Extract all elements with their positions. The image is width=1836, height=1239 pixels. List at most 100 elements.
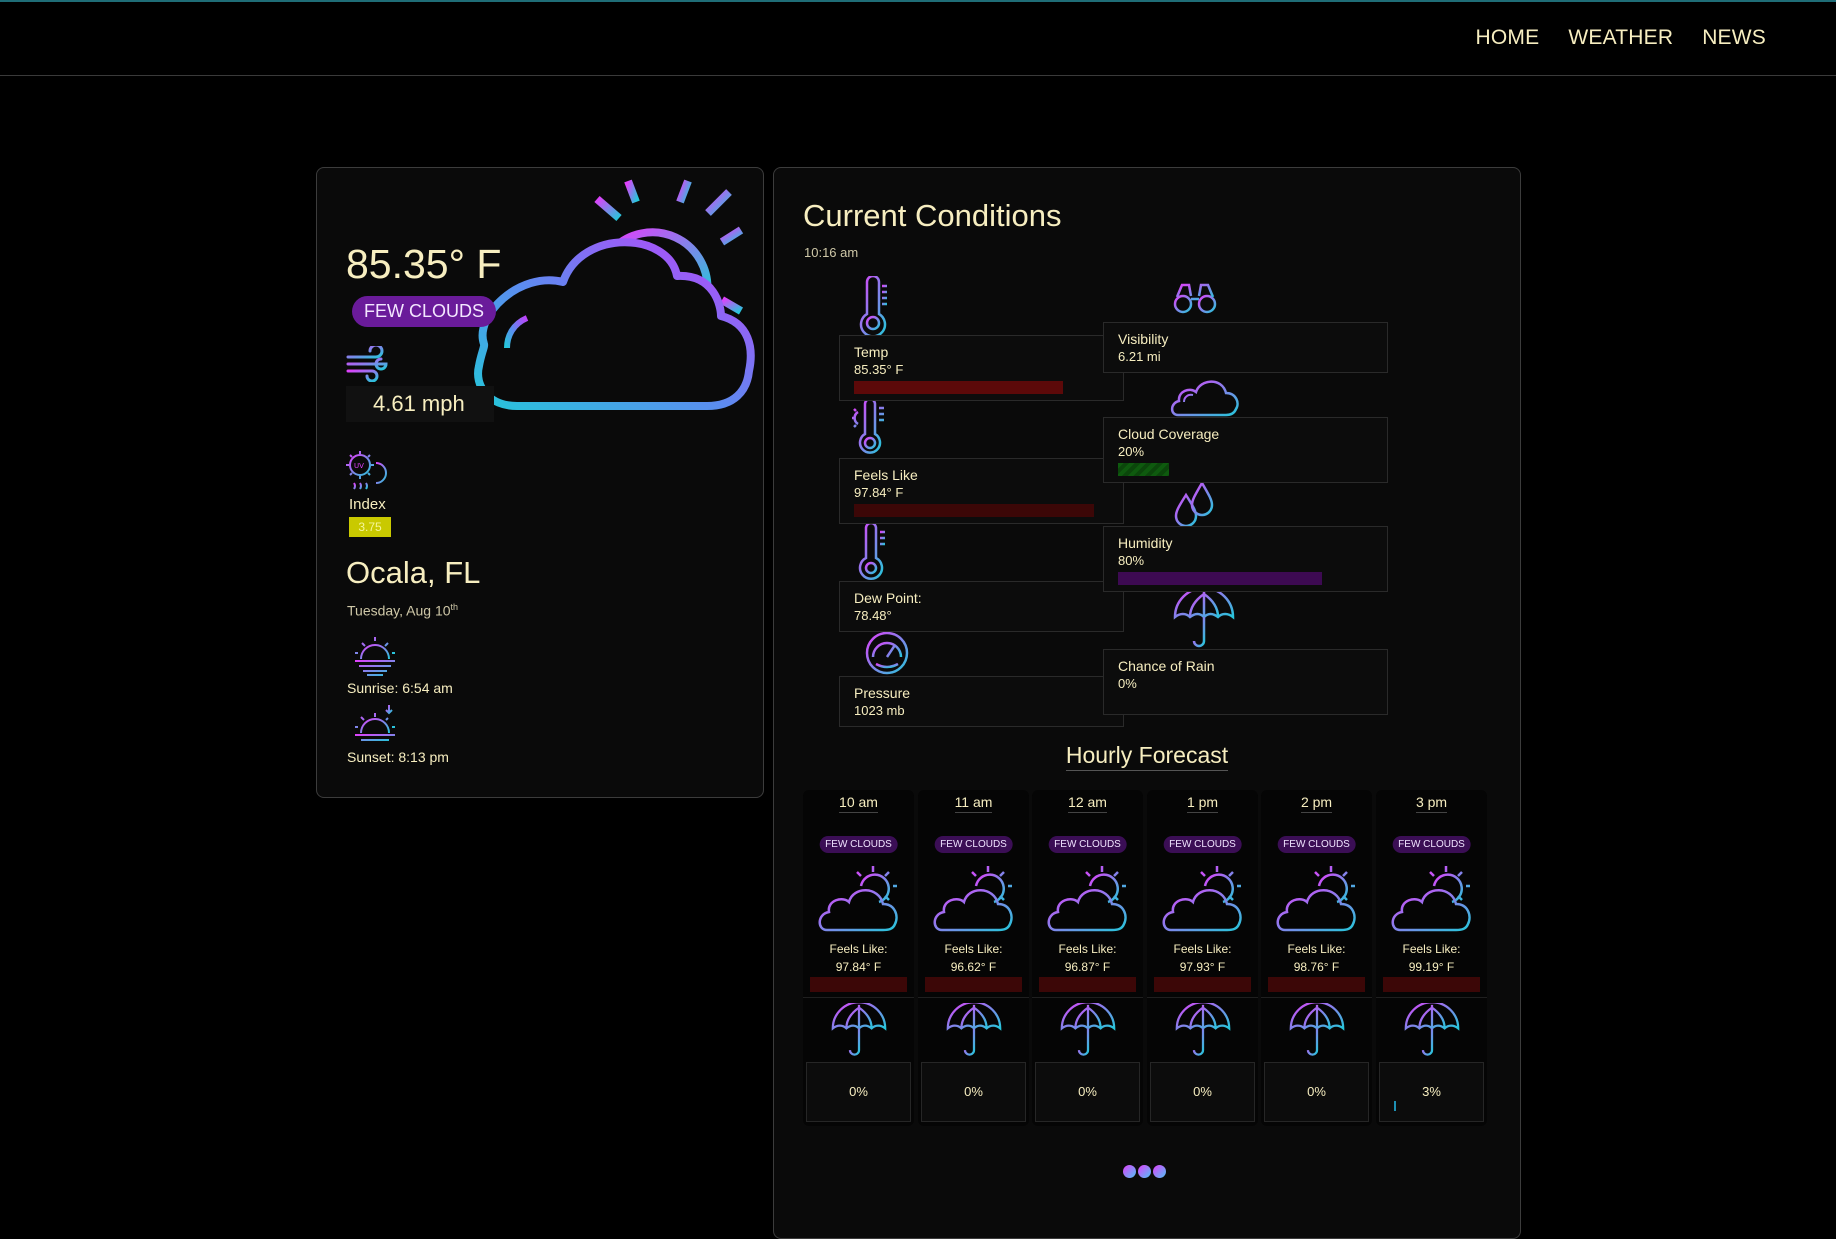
rain-level-bar	[1394, 1101, 1396, 1111]
partly-cloudy-icon	[1046, 864, 1128, 941]
hour-feels-label: Feels Like:	[944, 942, 1003, 956]
condition-badge: FEW CLOUDS	[352, 296, 497, 327]
hourly-item: 11 am FEW CLOUDS Feels Like: 96.62° F 0%	[918, 790, 1029, 1126]
hour-rain-chance: 0%	[1264, 1062, 1369, 1122]
sunset-time: Sunset: 8:13 pm	[347, 749, 449, 765]
uv-index-icon: UV	[346, 451, 387, 490]
hour-time: 1 pm	[1147, 794, 1258, 813]
humidity-bar	[1118, 572, 1322, 585]
sunrise-time: Sunrise: 6:54 am	[347, 680, 453, 696]
hour-rain-value: 0%	[1307, 1084, 1326, 1099]
hour-rain-value: 0%	[1193, 1084, 1212, 1099]
hour-feels-bar	[1154, 977, 1251, 992]
hour-time: 2 pm	[1261, 794, 1372, 813]
umbrella-icon	[1173, 591, 1235, 648]
partly-cloudy-icon	[1161, 864, 1243, 941]
visibility-stat: Visibility 6.21 mi	[1103, 322, 1388, 373]
conditions-time: 10:16 am	[804, 245, 859, 260]
binoculars-icon	[1173, 283, 1217, 314]
navbar: HOME WEATHER NEWS	[0, 0, 1836, 76]
hour-rain-value: 3%	[1422, 1084, 1441, 1099]
hour-condition-badge: FEW CLOUDS	[819, 836, 898, 853]
hour-feels-label: Feels Like:	[829, 942, 888, 956]
partly-cloudy-icon	[1390, 864, 1472, 941]
nav-news-link[interactable]: NEWS	[1702, 26, 1766, 50]
divider	[1147, 997, 1258, 998]
partly-cloudy-icon	[932, 864, 1014, 941]
divider	[803, 997, 914, 998]
nav-home-link[interactable]: HOME	[1476, 26, 1540, 50]
hour-feels-value: 97.93° F	[1179, 960, 1226, 974]
hour-rain-value: 0%	[849, 1084, 868, 1099]
hour-feels-value: 96.87° F	[1064, 960, 1111, 974]
hourly-item: 12 am FEW CLOUDS Feels Like: 96.87° F 0%	[1032, 790, 1143, 1126]
partly-cloudy-icon	[1275, 864, 1357, 941]
dew-point-icon	[858, 522, 885, 581]
feels-like-stat: Feels Like 97.84° F	[839, 458, 1124, 524]
umbrella-icon	[1060, 1001, 1116, 1066]
hour-time: 11 am	[918, 794, 1029, 813]
current-conditions-card: Current Conditions 10:16 am Temp 85.35° …	[773, 167, 1521, 1239]
hour-rain-chance: 0%	[1150, 1062, 1255, 1122]
divider	[1032, 997, 1143, 998]
hour-feels-bar	[1268, 977, 1365, 992]
umbrella-icon	[946, 1001, 1002, 1066]
umbrella-icon	[1289, 1001, 1345, 1066]
wind-speed: 4.61 mph	[346, 386, 494, 422]
divider	[918, 997, 1029, 998]
divider	[1261, 997, 1372, 998]
hour-time: 10 am	[803, 794, 914, 813]
hourly-item: 10 am FEW CLOUDS Feels Like: 97.84° F 0%	[803, 790, 914, 1126]
cloud-coverage-stat: Cloud Coverage 20%	[1103, 417, 1388, 483]
hour-rain-chance: 0%	[806, 1062, 911, 1122]
divider	[1376, 997, 1487, 998]
hour-feels-label: Feels Like:	[1402, 942, 1461, 956]
hour-condition-badge: FEW CLOUDS	[1163, 836, 1242, 853]
cloud-coverage-icon	[1170, 380, 1239, 417]
partly-cloudy-icon	[817, 864, 899, 941]
hour-rain-chance: 3%	[1379, 1062, 1484, 1122]
sunset-icon	[355, 705, 395, 741]
hour-rain-value: 0%	[964, 1084, 983, 1099]
humidity-drops-icon	[1174, 481, 1214, 528]
hour-rain-chance: 0%	[921, 1062, 1026, 1122]
location-name: Ocala, FL	[346, 555, 481, 590]
nav-links: HOME WEATHER NEWS	[1476, 26, 1766, 50]
current-date: Tuesday, Aug 10th	[347, 602, 459, 619]
uv-index-value: 3.75	[349, 517, 391, 537]
umbrella-icon	[1404, 1001, 1460, 1066]
hour-feels-value: 99.19° F	[1408, 960, 1455, 974]
partly-cloudy-icon	[474, 166, 755, 410]
feels-like-icon	[852, 398, 884, 454]
hour-feels-value: 98.76° F	[1293, 960, 1340, 974]
pressure-stat: Pressure 1023 mb	[839, 676, 1124, 727]
hour-time: 3 pm	[1376, 794, 1487, 813]
thermometer-icon	[859, 276, 887, 338]
hour-condition-badge: FEW CLOUDS	[1048, 836, 1127, 853]
cloud-coverage-bar	[1118, 463, 1169, 476]
hour-feels-label: Feels Like:	[1287, 942, 1346, 956]
current-temperature: 85.35° F	[346, 241, 502, 287]
chance-of-rain-stat: Chance of Rain 0%	[1103, 649, 1388, 715]
hour-rain-chance: 0%	[1035, 1062, 1140, 1122]
loading-dots	[1123, 1165, 1166, 1178]
temp-bar	[854, 381, 1064, 394]
hour-condition-badge: FEW CLOUDS	[1392, 836, 1471, 853]
svg-text:UV: UV	[354, 462, 364, 470]
uv-index-label: Index	[349, 496, 386, 513]
hour-feels-bar	[1383, 977, 1480, 992]
current-weather-card: 85.35° F FEW CLOUDS 4.61 mph UV Index 3.…	[316, 166, 764, 798]
nav-weather-link[interactable]: WEATHER	[1568, 26, 1673, 50]
temp-stat: Temp 85.35° F	[839, 335, 1124, 401]
sunrise-icon	[355, 637, 395, 676]
hour-feels-bar	[810, 977, 907, 992]
umbrella-icon	[831, 1001, 887, 1066]
hour-feels-value: 96.62° F	[950, 960, 997, 974]
hour-feels-bar	[925, 977, 1022, 992]
pressure-gauge-icon	[865, 631, 909, 675]
hourly-item: 1 pm FEW CLOUDS Feels Like: 97.93° F 0%	[1147, 790, 1258, 1126]
hour-feels-bar	[1039, 977, 1136, 992]
hour-rain-value: 0%	[1078, 1084, 1097, 1099]
hour-feels-label: Feels Like:	[1058, 942, 1117, 956]
hour-time: 12 am	[1032, 794, 1143, 813]
